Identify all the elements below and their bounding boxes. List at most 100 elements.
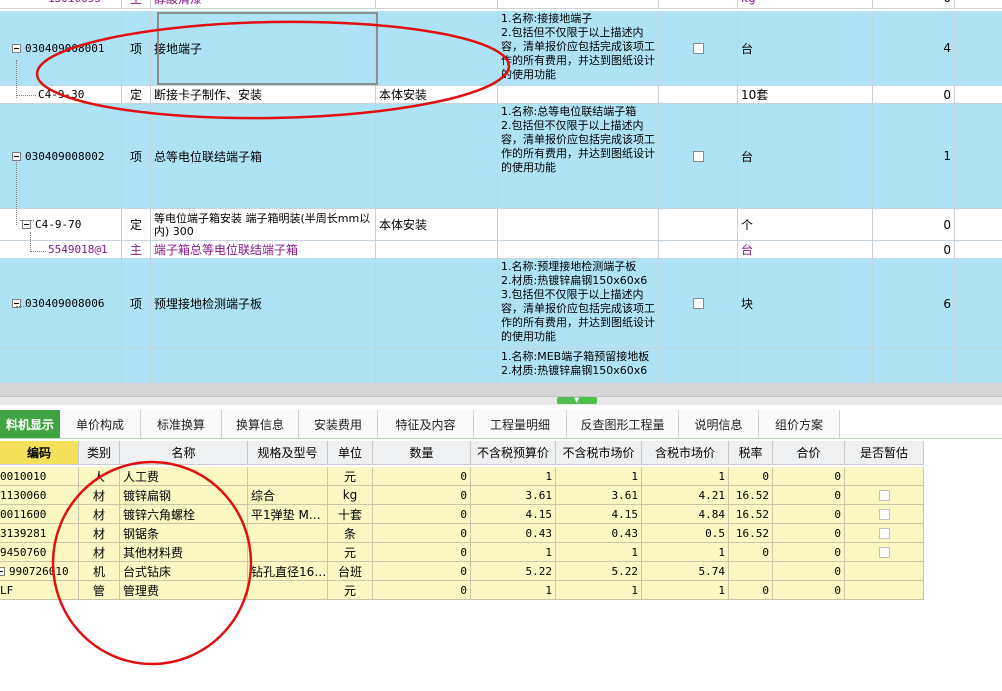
item-name: 断接卡子制作、安装	[154, 88, 263, 102]
value-code: 9450760	[0, 545, 47, 559]
cell-spec: 平1弹垫 M…	[248, 505, 328, 524]
provisional-checkbox[interactable]	[878, 489, 890, 501]
cell-qty[interactable]: 0	[373, 524, 471, 543]
cell-desc	[498, 241, 659, 259]
cell-type: 材	[79, 543, 120, 562]
cell-rate: 16.52	[729, 486, 773, 505]
cell-market[interactable]: 1	[556, 467, 642, 486]
cell-cb[interactable]	[845, 486, 924, 505]
cell-cb[interactable]	[845, 562, 924, 581]
cell-name: 管理费	[120, 581, 248, 600]
collapse-icon[interactable]	[22, 220, 31, 229]
value-name: 钢锯条	[123, 526, 160, 541]
cell-desc	[498, 86, 659, 104]
cell-market[interactable]: 3.61	[556, 486, 642, 505]
tab-3[interactable]: 换算信息	[222, 410, 299, 438]
bill-row[interactable]: 5549018@1 主端子箱总等电位联结端子箱 台 0	[0, 241, 1002, 259]
column-header-rate[interactable]: 税率	[729, 441, 773, 465]
tab-0[interactable]: 料机显示	[0, 410, 60, 438]
bill-row[interactable]: 030409008006 项预埋接地检测端子板 1.名称:预埋接地检测端子板 2.材…	[0, 259, 1002, 349]
cell-cb[interactable]	[845, 543, 924, 562]
column-header-qty[interactable]: 数量	[373, 441, 471, 465]
expand-icon[interactable]	[0, 566, 5, 576]
cell-unit: 元	[328, 543, 373, 562]
value-taxed: 1	[718, 469, 725, 483]
bill-row[interactable]: C4-9-70 定等电位端子箱安装 端子箱明装(半周长mm以内) 300 本体安装 个…	[0, 209, 1002, 241]
column-header-type[interactable]: 类别	[79, 441, 120, 465]
cell-desc	[498, 0, 659, 9]
cell-qty[interactable]: 0	[373, 543, 471, 562]
cell-market[interactable]: 0.43	[556, 524, 642, 543]
name-edit-box[interactable]	[157, 12, 378, 85]
provisional-checkbox[interactable]	[878, 527, 890, 539]
estimate-checkbox[interactable]	[692, 150, 704, 162]
cell-type: 定	[122, 86, 151, 104]
cell-code: 5549018@1	[0, 241, 122, 259]
column-header-name[interactable]: 名称	[120, 441, 248, 465]
tab-1[interactable]: 单价构成	[60, 410, 141, 438]
cell-cb[interactable]	[845, 581, 924, 600]
pane-splitter[interactable]: ▼	[0, 383, 1002, 405]
value-budget: 3.61	[525, 488, 553, 502]
column-header-total[interactable]: 合价	[773, 441, 845, 465]
item-qty: 0	[943, 87, 951, 102]
cell-market[interactable]: 1	[556, 543, 642, 562]
column-header-unit[interactable]: 单位	[328, 441, 373, 465]
column-header-budget[interactable]: 不含税预算价	[471, 441, 556, 465]
collapse-icon[interactable]	[12, 43, 21, 53]
cell-qty: 0	[873, 86, 955, 104]
estimate-checkbox[interactable]	[692, 298, 704, 309]
value-market: 4.15	[611, 507, 639, 521]
cell-market[interactable]: 4.15	[556, 505, 642, 524]
item-type: 定	[129, 88, 142, 102]
item-unit: kg	[741, 0, 756, 5]
column-header-code[interactable]: 编码	[0, 441, 79, 465]
bill-row[interactable]: 030409008002 项总等电位联结端子箱 1.名称:总等电位联结端子箱 2.包…	[0, 104, 1002, 209]
column-header-spec[interactable]: 规格及型号	[248, 441, 328, 465]
cell-qty[interactable]: 0	[373, 467, 471, 486]
cell-market[interactable]: 5.22	[556, 562, 642, 581]
tree-line	[16, 95, 36, 96]
item-spec: 本体安装	[379, 218, 428, 232]
cell-cb[interactable]	[845, 524, 924, 543]
value-qty: 0	[460, 526, 467, 540]
column-header-taxed[interactable]: 含税市场价	[642, 441, 729, 465]
tab-7[interactable]: 反查图形工程量	[567, 410, 679, 438]
value-name: 管理费	[123, 583, 160, 598]
value-code: 0010010	[0, 469, 47, 483]
cell-cb	[659, 0, 738, 9]
cell-cb[interactable]	[845, 467, 924, 486]
splitter-grip[interactable]: ▼	[557, 397, 597, 404]
item-type: 项	[129, 41, 142, 56]
tab-6[interactable]: 工程量明细	[474, 410, 567, 438]
bill-row[interactable]: 030409008001 项接地端子 1.名称:接接地端子 2.包括但不仅限于以上描…	[0, 11, 1002, 86]
cell-taxed: 0.5	[642, 524, 729, 543]
provisional-checkbox[interactable]	[878, 508, 890, 520]
cell-qty[interactable]: 0	[373, 486, 471, 505]
provisional-checkbox[interactable]	[878, 546, 890, 558]
bill-row[interactable]: 1.名称:MEB端子箱预留接地板 2.材质:热镀锌扁钢150x60x6	[0, 349, 1002, 383]
value-total: 0	[834, 545, 841, 559]
tab-5[interactable]: 特征及内容	[378, 410, 474, 438]
cell-qty[interactable]: 0	[373, 562, 471, 581]
cell-cb[interactable]	[845, 505, 924, 524]
tree-line	[16, 60, 17, 98]
value-spec: 平1弹垫 M…	[251, 507, 321, 522]
item-unit: 个	[741, 218, 754, 232]
value-name: 其他材料费	[123, 545, 184, 560]
cell-qty[interactable]: 0	[373, 581, 471, 600]
bill-row[interactable]: 13010055 主 醇酸清漆 kg 0	[0, 0, 1002, 9]
cell-market[interactable]: 1	[556, 581, 642, 600]
estimate-checkbox[interactable]	[692, 42, 704, 54]
tab-4[interactable]: 安装费用	[299, 410, 378, 438]
bill-row[interactable]: C4-9-30 定断接卡子制作、安装 本体安装 10套 04	[0, 86, 1002, 104]
column-header-cb[interactable]: 是否暂估	[845, 441, 924, 465]
tab-8[interactable]: 说明信息	[679, 410, 759, 438]
column-header-market[interactable]: 不含税市场价	[556, 441, 642, 465]
cell-qty[interactable]: 0	[373, 505, 471, 524]
item-name: 等电位端子箱安装 端子箱明装(半周长mm以内) 300	[154, 211, 371, 238]
item-code: C4-9-70	[35, 218, 82, 231]
value-taxed: 0.5	[705, 526, 725, 540]
tab-2[interactable]: 标准换算	[141, 410, 222, 438]
tab-9[interactable]: 组价方案	[759, 410, 840, 438]
